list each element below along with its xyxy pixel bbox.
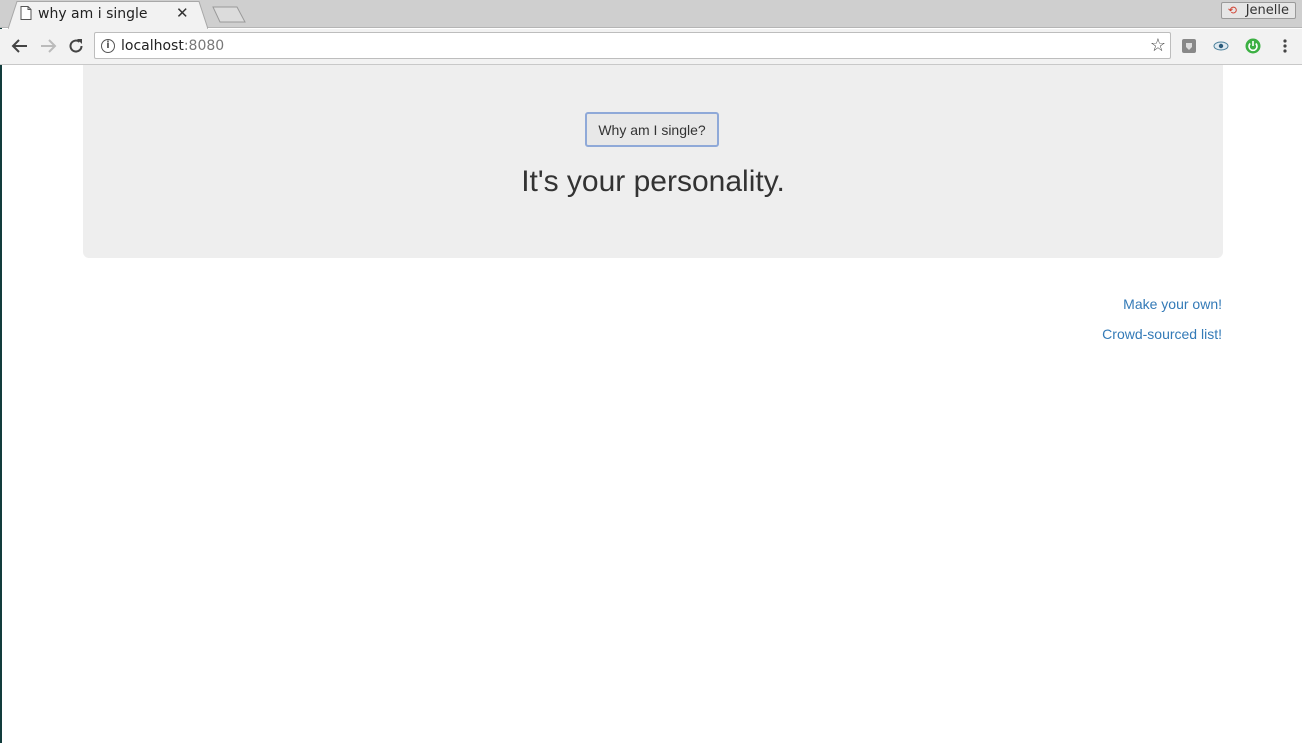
page-icon <box>20 6 32 20</box>
new-tab-button[interactable] <box>212 6 246 23</box>
back-button[interactable] <box>9 35 31 57</box>
forward-arrow-icon <box>41 39 57 53</box>
menu-kebab-icon[interactable] <box>1277 38 1293 54</box>
url-host: localhost <box>121 38 184 54</box>
reload-icon <box>69 39 83 53</box>
address-bar[interactable]: i localhost:8080 ☆ <box>94 32 1171 59</box>
url-port: :8080 <box>183 38 225 54</box>
make-your-own-link[interactable]: Make your own! <box>1102 289 1222 319</box>
jumbotron: Why am I single? It's your personality. <box>83 65 1223 258</box>
extension-eye-icon[interactable] <box>1213 38 1229 54</box>
info-icon[interactable]: i <box>101 39 115 53</box>
crowd-sourced-list-link[interactable]: Crowd-sourced list! <box>1102 319 1222 349</box>
tab-title: why am i single <box>38 6 148 22</box>
profile-button[interactable]: ⟲ Jenelle <box>1220 2 1296 19</box>
bookmark-star-icon[interactable]: ☆ <box>1150 35 1166 55</box>
browser-toolbar: i localhost:8080 ☆ <box>0 29 1302 65</box>
forward-button[interactable] <box>37 35 59 57</box>
url-text[interactable]: localhost:8080 <box>121 38 224 54</box>
back-arrow-icon <box>11 39 27 53</box>
footer-links: Make your own! Crowd-sourced list! <box>1102 289 1222 349</box>
why-single-button[interactable]: Why am I single? <box>585 112 719 147</box>
profile-icon: ⟲ <box>1227 4 1237 17</box>
extension-power-icon[interactable] <box>1245 38 1261 54</box>
reload-button[interactable] <box>65 35 87 57</box>
tab-strip: why am i single ✕ ⟲ Jenelle <box>0 0 1302 29</box>
desktop-edge <box>0 0 2 743</box>
extension-shield-icon[interactable] <box>1181 38 1197 54</box>
close-tab-icon[interactable]: ✕ <box>176 4 189 22</box>
answer-text: It's your personality. <box>521 165 785 198</box>
profile-name: Jenelle <box>1245 3 1289 18</box>
